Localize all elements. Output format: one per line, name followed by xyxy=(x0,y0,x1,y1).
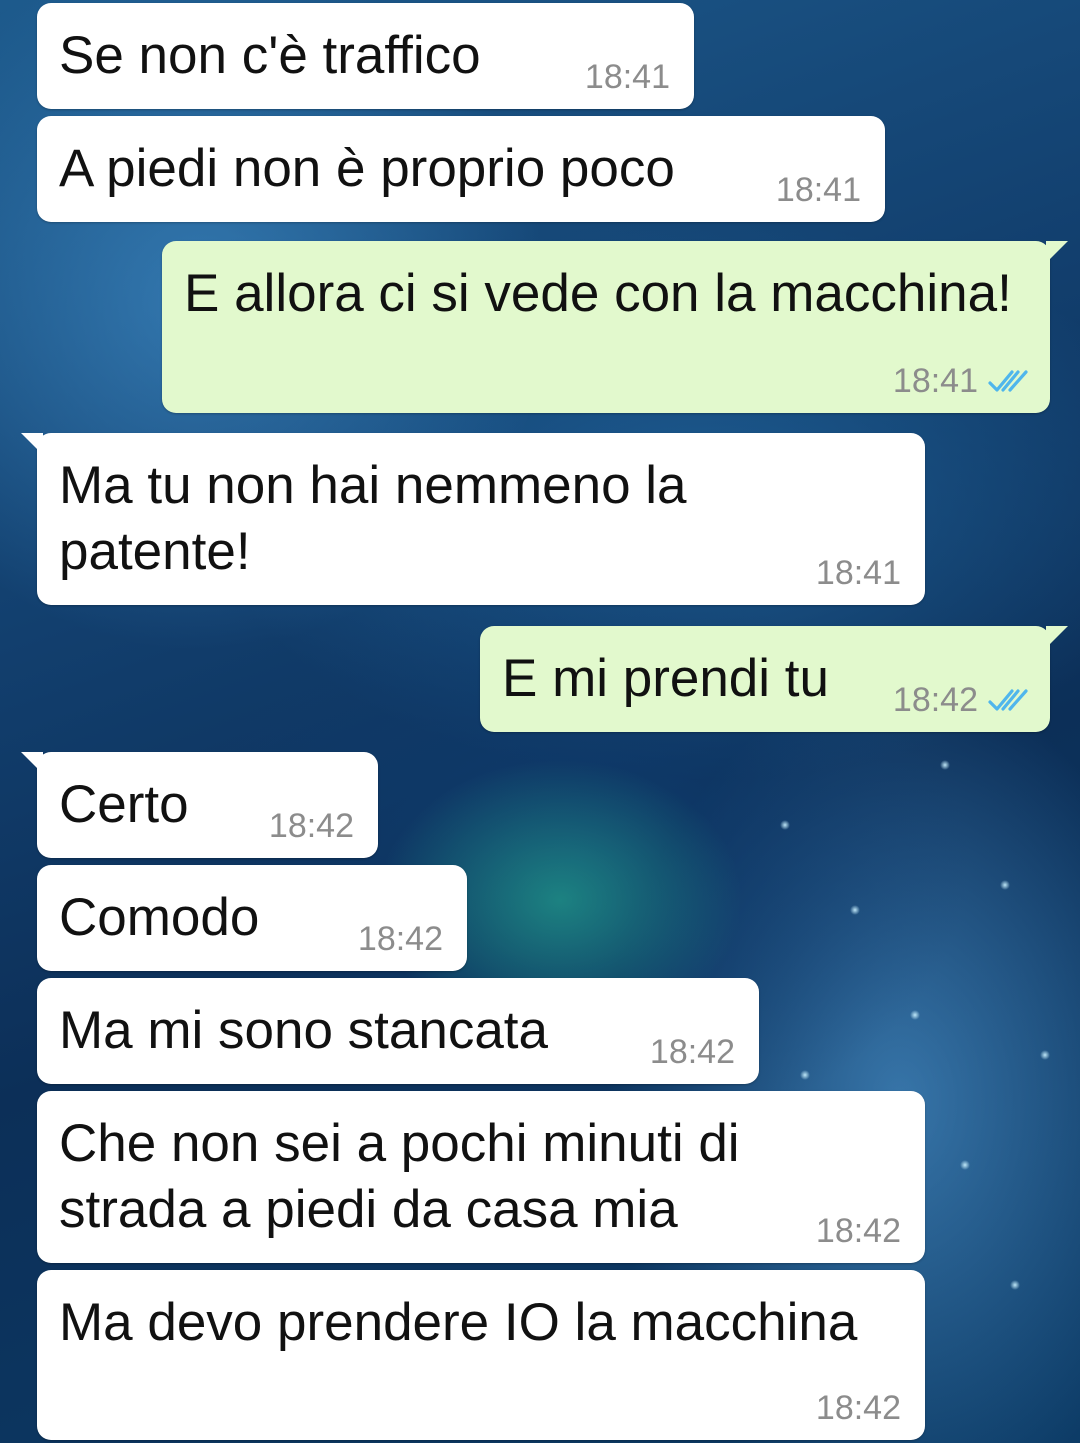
message-meta: 18:41 xyxy=(776,170,861,210)
message-timestamp: 18:41 xyxy=(892,362,978,400)
message-text: E allora ci si vede con la macchina! xyxy=(184,264,1012,323)
message-timestamp: 18:41 xyxy=(584,58,670,96)
message-timestamp: 18:41 xyxy=(815,554,901,592)
message-timestamp: 18:42 xyxy=(892,681,978,719)
message-meta: 18:41 xyxy=(893,361,1030,401)
message-timestamp: 18:41 xyxy=(775,171,861,209)
message-timestamp: 18:42 xyxy=(815,1212,901,1250)
message-timestamp: 18:42 xyxy=(268,807,354,845)
outgoing-message-bubble[interactable]: E allora ci si vede con la macchina! 18:… xyxy=(162,241,1068,413)
message-text: Ma devo prendere IO la macchina xyxy=(59,1293,858,1352)
incoming-message-bubble[interactable]: Ma mi sono stancata 18:42 xyxy=(37,978,759,1084)
message-timestamp: 18:42 xyxy=(815,1389,901,1427)
bubble-tail xyxy=(1046,241,1068,263)
incoming-message-bubble[interactable]: Certo 18:42 xyxy=(21,752,378,858)
message-meta: 18:42 xyxy=(893,680,1030,720)
incoming-message-bubble[interactable]: A piedi non è proprio poco 18:41 xyxy=(37,116,885,222)
message-meta: 18:41 xyxy=(585,57,670,97)
message-meta: 18:42 xyxy=(269,806,354,846)
bubble-tail xyxy=(21,752,43,774)
incoming-message-bubble[interactable]: Che non sei a pochi minuti di strada a p… xyxy=(37,1091,925,1263)
message-text: Che non sei a pochi minuti di strada a p… xyxy=(59,1114,740,1239)
outgoing-message-bubble[interactable]: E mi prendi tu 18:42 xyxy=(480,626,1068,732)
double-check-read-icon xyxy=(988,370,1028,392)
message-meta: 18:42 xyxy=(650,1032,735,1072)
message-text: Ma tu non hai nemmeno la patente! xyxy=(59,456,687,581)
double-check-read-icon xyxy=(988,689,1028,711)
message-text: Ma mi sono stancata xyxy=(59,1001,549,1060)
message-text: A piedi non è proprio poco xyxy=(59,139,675,198)
incoming-message-bubble[interactable]: Ma devo prendere IO la macchina 18:42 xyxy=(37,1270,925,1440)
message-meta: 18:42 xyxy=(358,919,443,959)
bubble-tail xyxy=(1046,626,1068,648)
incoming-message-bubble[interactable]: Comodo 18:42 xyxy=(37,865,467,971)
bubble-tail xyxy=(21,433,43,455)
incoming-message-bubble[interactable]: Se non c'è traffico 18:41 xyxy=(37,3,694,109)
message-meta: 18:42 xyxy=(816,1388,901,1428)
incoming-message-bubble[interactable]: Ma tu non hai nemmeno la patente! 18:41 xyxy=(21,433,925,605)
message-timestamp: 18:42 xyxy=(357,920,443,958)
message-meta: 18:42 xyxy=(816,1211,901,1251)
message-text: Se non c'è traffico xyxy=(59,26,481,85)
message-meta: 18:41 xyxy=(816,553,901,593)
chat-message-list: Se non c'è traffico 18:41 A piedi non è … xyxy=(0,0,1080,1443)
message-timestamp: 18:42 xyxy=(649,1033,735,1071)
